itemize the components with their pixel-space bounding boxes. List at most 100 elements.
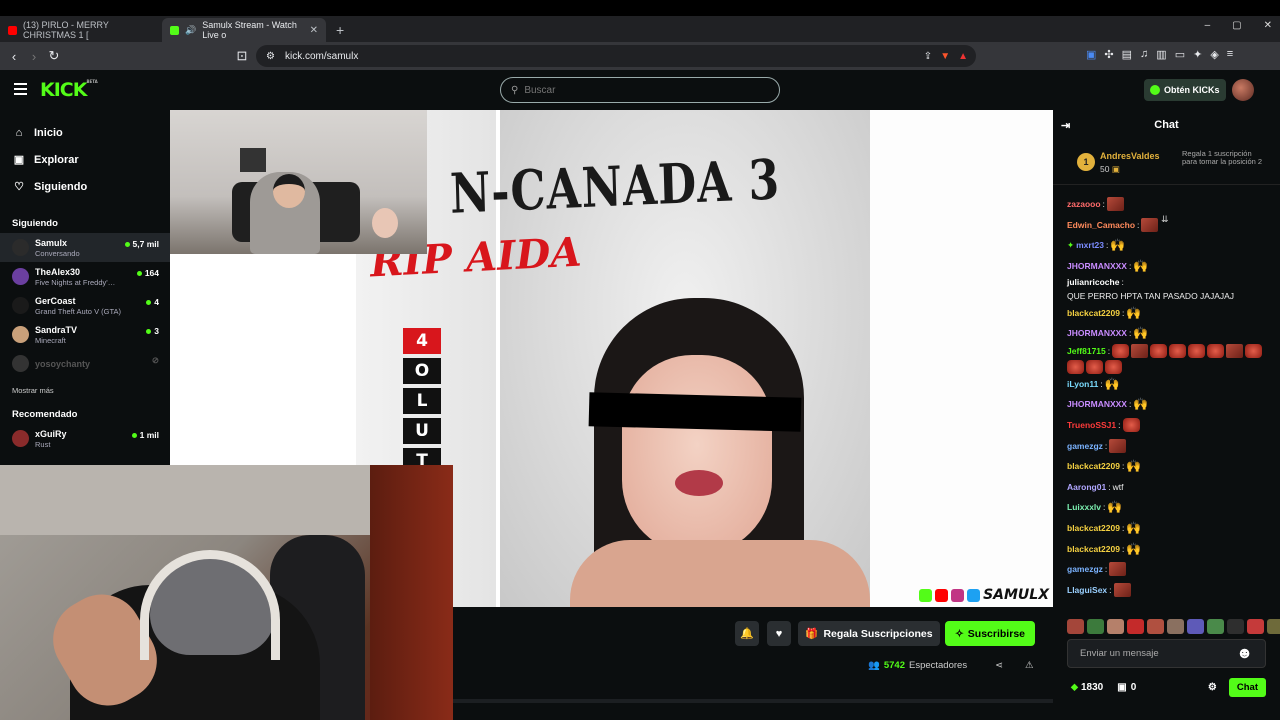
chat-username[interactable]: LlaguiSex	[1067, 584, 1107, 596]
maximize-button[interactable]: ▢	[1232, 20, 1241, 31]
gift-balance[interactable]: ▣ 0	[1117, 682, 1136, 693]
channel-item-sandratv[interactable]: SandraTV Minecraft 3	[0, 320, 170, 349]
sidebar-item-siguiendo[interactable]: ♡ Siguiendo	[0, 173, 170, 200]
puzzle-icon[interactable]: ✣	[1104, 48, 1113, 61]
chat-message-input[interactable]	[1080, 648, 1237, 659]
chat-username[interactable]: gamezgz	[1067, 440, 1103, 452]
follow-button[interactable]: ♥	[767, 621, 791, 646]
chat-username[interactable]: julianricoche	[1067, 276, 1119, 288]
user-avatar[interactable]	[1232, 79, 1254, 101]
praise-hands-emote-icon: 🙌	[1133, 259, 1149, 274]
music-icon[interactable]: ♫	[1140, 48, 1148, 61]
sidebar-item-explorar[interactable]: ▣ Explorar	[0, 146, 170, 173]
kick-header: KICKBETA ⚲ Obtén KICKs	[0, 70, 1280, 110]
kicks-balance[interactable]: ⬥ 1830	[1071, 682, 1103, 693]
quick-emote-icon[interactable]	[1167, 619, 1184, 634]
kick-logo[interactable]: KICKBETA	[40, 79, 98, 101]
chat-username[interactable]: blackcat2209	[1067, 460, 1120, 472]
bookmark-icon[interactable]: ⊡	[232, 48, 252, 64]
channel-item-samulx[interactable]: Samulx Conversando 5,7 mil	[0, 233, 170, 262]
minimize-button[interactable]: –	[1205, 20, 1211, 31]
close-window-button[interactable]: ✕	[1264, 20, 1272, 31]
devil-emote-icon	[1122, 418, 1140, 433]
report-icon[interactable]: ⚠	[1025, 660, 1034, 671]
collapse-chat-icon[interactable]: ⇥	[1061, 119, 1070, 132]
chat-input-box[interactable]: ☻	[1067, 639, 1266, 668]
show-more-link[interactable]: Mostrar más	[0, 378, 170, 403]
channel-name: TheAlex30	[35, 266, 81, 277]
heart-icon: ♡	[14, 181, 24, 193]
get-kicks-button[interactable]: Obtén KICKs	[1144, 79, 1226, 101]
quick-emote-icon[interactable]	[1267, 619, 1280, 634]
translate-icon[interactable]: ▣	[1086, 48, 1096, 61]
gifter-name[interactable]: AndresValdes	[1100, 151, 1160, 161]
back-icon[interactable]: ‹	[4, 49, 24, 64]
kick-icon	[919, 588, 933, 602]
chat-message: ✦ mxrt23: 🙌	[1067, 235, 1270, 256]
praise-hands-emote-icon: 🙌	[1126, 305, 1142, 320]
chat-username[interactable]: JHORMANXXX	[1067, 260, 1127, 272]
share-icon[interactable]: ⋖	[995, 660, 1003, 671]
new-tab-button[interactable]: +	[326, 18, 354, 42]
address-bar[interactable]: ⚙ kick.com/samulx ⇪ ▼ ▲	[256, 45, 976, 67]
share-icon[interactable]: ⇪	[924, 51, 932, 62]
sidebar-item-inicio[interactable]: ⌂ Inicio	[0, 120, 170, 146]
search-input[interactable]	[524, 84, 657, 96]
chat-username[interactable]: iLyon11	[1067, 378, 1098, 390]
quick-emote-icon[interactable]	[1127, 619, 1144, 634]
chat-settings-icon[interactable]: ⚙	[1208, 682, 1217, 693]
quick-emote-icon[interactable]	[1187, 619, 1204, 634]
menu-icon[interactable]: ≡	[1227, 48, 1233, 61]
chat-username[interactable]: JHORMANXXX	[1067, 398, 1127, 410]
chat-username[interactable]: JHORMANXXX	[1067, 327, 1127, 339]
brave-shield-icon[interactable]: ▼	[940, 51, 950, 62]
quick-emote-icon[interactable]	[1067, 619, 1084, 634]
emoji-icon[interactable]: ☻	[1236, 645, 1253, 663]
chat-message: Edwin_Camacho:	[1067, 215, 1270, 236]
brave-rewards-icon[interactable]: ▲	[958, 51, 968, 62]
vpn-icon[interactable]: ◈	[1210, 48, 1218, 61]
chat-username[interactable]: Aarong01	[1067, 481, 1106, 493]
chat-username[interactable]: blackcat2209	[1067, 307, 1120, 319]
chat-username[interactable]: blackcat2209	[1067, 522, 1120, 534]
quick-emote-icon[interactable]	[1247, 619, 1264, 634]
leo-icon[interactable]: ✦	[1193, 48, 1202, 61]
browser-tab-youtube[interactable]: (13) PIRLO - MERRY CHRISTMAS 1 [	[0, 18, 162, 42]
close-tab-icon[interactable]: ✕	[310, 25, 318, 36]
browser-tab-kick[interactable]: 🔊 Samulx Stream - Watch Live o ✕	[162, 18, 326, 42]
channel-item-yosoychanty[interactable]: yosoychanty ⊘	[0, 349, 170, 378]
screenshot-icon[interactable]: ▤	[1122, 48, 1132, 61]
reload-icon[interactable]: ↻	[44, 48, 64, 64]
hamburger-menu-icon[interactable]	[14, 83, 27, 98]
chat-separator: :	[1103, 502, 1106, 513]
forward-icon[interactable]: ›	[24, 49, 44, 64]
chat-username[interactable]: TruenoSSJ1	[1067, 419, 1116, 431]
quick-emote-icon[interactable]	[1147, 619, 1164, 634]
chat-username[interactable]: Jeff81715	[1067, 345, 1106, 357]
chat-username[interactable]: zazaooo	[1067, 198, 1101, 210]
chat-username[interactable]: Edwin_Camacho	[1067, 219, 1135, 231]
live-dot-icon	[136, 270, 142, 276]
channel-item-gercoast[interactable]: GerCoast Grand Theft Auto V (GTA) 4	[0, 291, 170, 320]
chat-username[interactable]: gamezgz	[1067, 563, 1103, 575]
search-box[interactable]: ⚲	[500, 77, 780, 103]
quick-emote-icon[interactable]	[1087, 619, 1104, 634]
chat-panel: ⇥ Chat 1 AndresValdes 50 ▣ Regala 1 susc…	[1053, 110, 1280, 720]
channel-item-thealex30[interactable]: TheAlex30 Five Nights at Freddy'… 164	[0, 262, 170, 291]
gift-subs-button[interactable]: 🎁 Regala Suscripciones	[798, 621, 940, 646]
site-info-icon[interactable]: ⚙	[266, 51, 275, 62]
channel-item-xguiry[interactable]: xGuiRy Rust 1 mil	[0, 424, 170, 453]
quick-emote-icon[interactable]	[1227, 619, 1244, 634]
subscribe-button[interactable]: ✧ Suscribirse	[945, 621, 1035, 646]
speaker-icon: 🔊	[185, 24, 197, 35]
quick-emote-icon[interactable]	[1207, 619, 1224, 634]
chat-username[interactable]: Luixxxlv	[1067, 501, 1101, 513]
notification-bell-button[interactable]: 🔔	[735, 621, 759, 646]
viewer-label: Espectadores	[908, 660, 968, 671]
wallet-icon[interactable]: ▭	[1175, 48, 1185, 61]
quick-emote-icon[interactable]	[1107, 619, 1124, 634]
send-chat-button[interactable]: Chat	[1228, 677, 1266, 697]
chat-username[interactable]: blackcat2209	[1067, 543, 1120, 555]
sidebar-icon[interactable]: ▥	[1156, 48, 1166, 61]
chat-username[interactable]: mxrt23	[1076, 239, 1104, 251]
